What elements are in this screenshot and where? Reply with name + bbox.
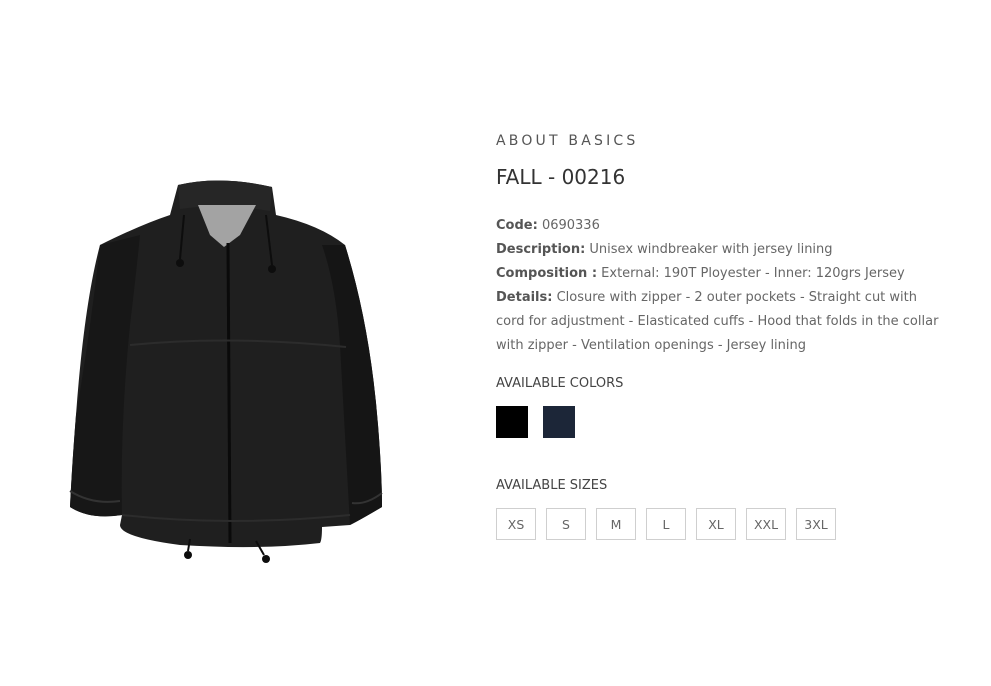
product-title: FALL - 00216	[496, 165, 626, 189]
spec-details-value: Closure with zipper - 2 outer pockets - …	[496, 290, 939, 353]
spec-composition-label: Composition :	[496, 266, 598, 281]
size-button-m[interactable]: M	[596, 508, 636, 540]
spec-description: Description: Unisex windbreaker with jer…	[496, 238, 946, 262]
spec-code: Code: 0690336	[496, 214, 946, 238]
spec-composition: Composition : External: 190T Ployester -…	[496, 262, 946, 286]
jacket-icon	[69, 180, 383, 563]
size-button-xxl[interactable]: XXL	[746, 508, 786, 540]
size-button-s[interactable]: S	[546, 508, 586, 540]
spec-composition-value: External: 190T Ployester - Inner: 120grs…	[601, 266, 905, 281]
spec-code-value: 0690336	[541, 218, 600, 233]
color-swatch-black[interactable]	[496, 406, 528, 438]
product-page: ABOUT BASICS FALL - 00216 Code: 0690336 …	[0, 0, 991, 686]
size-button-xl[interactable]: XL	[696, 508, 736, 540]
spec-code-label: Code:	[496, 218, 538, 233]
available-sizes-title: AVAILABLE SIZES	[496, 478, 608, 493]
size-button-l[interactable]: L	[646, 508, 686, 540]
spec-details: Details: Closure with zipper - 2 outer p…	[496, 286, 946, 358]
available-colors-title: AVAILABLE COLORS	[496, 376, 624, 391]
product-image	[60, 175, 400, 565]
spec-description-value: Unisex windbreaker with jersey lining	[589, 242, 833, 257]
size-button-xs[interactable]: XS	[496, 508, 536, 540]
spec-details-label: Details:	[496, 290, 553, 305]
size-options: XS S M L XL XXL 3XL	[496, 508, 946, 540]
color-swatch-navy[interactable]	[543, 406, 575, 438]
brand-name: ABOUT BASICS	[496, 133, 639, 149]
color-swatches	[496, 406, 946, 438]
size-button-3xl[interactable]: 3XL	[796, 508, 836, 540]
product-specs: Code: 0690336 Description: Unisex windbr…	[496, 214, 946, 358]
spec-description-label: Description:	[496, 242, 586, 257]
product-info: ABOUT BASICS FALL - 00216 Code: 0690336 …	[496, 132, 946, 540]
